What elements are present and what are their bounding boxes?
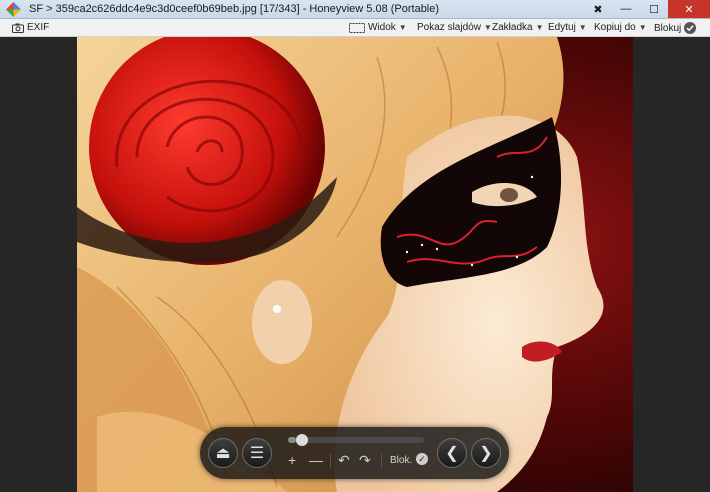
lock-button[interactable]: Blokuj [654,22,697,34]
edit-menu[interactable]: Edytuj ▼ [548,22,587,33]
left-margin [0,37,77,492]
image-viewer[interactable]: ⏏ ☰ + — ↶ ↷ Blok. ✓ ❮ ❯ [0,37,710,492]
progress-knob[interactable] [296,434,309,446]
maximize-button[interactable]: ☐ [640,0,668,18]
next-button[interactable]: ❯ [471,438,501,468]
close-icon: ✕ [684,3,694,16]
copy-to-label: Kopiuj do [594,22,636,33]
progress-fill [288,437,297,443]
frame-icon [349,22,365,33]
window-title: SF > 359ca2c626ddc4e9c3d0ceef0b69beb.jpg… [29,3,440,15]
pin-icon: ✖ [593,3,603,16]
minimize-button[interactable]: — [612,0,640,18]
masked-woman-artwork [77,37,633,492]
eject-button[interactable]: ⏏ [208,438,238,468]
zoom-in-button[interactable]: + [288,452,296,468]
separator [330,454,331,468]
separator [381,454,382,468]
copy-to-menu[interactable]: Kopiuj do ▼ [594,22,647,33]
menu-button[interactable]: ☰ [242,438,272,468]
close-button[interactable]: ✕ [668,0,710,18]
zoom-out-button[interactable]: — [309,452,323,468]
menu-icon: ☰ [249,445,265,462]
exif-label: EXIF [27,22,50,33]
rotate-left-button[interactable]: ↶ [338,452,350,469]
title-bar: SF > 359ca2c626ddc4e9c3d0ceef0b69beb.jpg… [0,0,710,19]
chevron-down-icon: ▼ [578,23,587,32]
eject-icon: ⏏ [215,445,231,462]
chevron-down-icon: ▼ [638,23,647,32]
honeyview-logo-icon [6,2,21,17]
lock-label[interactable]: Blok. [390,455,412,466]
exif-button[interactable]: EXIF [12,22,49,33]
toolbar: EXIF Widok ▼ Pokaz slajdów ▼ Zakładka ▼ … [0,19,710,37]
progress-slider[interactable] [288,434,424,446]
chevron-down-icon: ▼ [483,23,492,32]
bookmark-menu[interactable]: Zakładka ▼ [492,22,544,33]
slideshow-label: Pokaz slajdów [417,22,481,33]
camera-icon [12,23,24,33]
chevron-down-icon: ▼ [535,23,544,32]
displayed-image[interactable] [77,37,633,492]
slideshow-menu[interactable]: Pokaz slajdów ▼ [417,22,492,33]
check-circle-icon [684,22,697,34]
right-margin [633,37,710,492]
floating-control-bar: ⏏ ☰ + — ↶ ↷ Blok. ✓ ❮ ❯ [200,427,509,479]
pin-button[interactable]: ✖ [584,0,612,18]
chevron-left-icon: ❮ [445,445,459,462]
maximize-icon: ☐ [649,3,659,16]
bookmark-label: Zakładka [492,22,533,33]
check-circle-icon[interactable]: ✓ [416,453,428,465]
chevron-down-icon: ▼ [398,23,407,32]
chevron-right-icon: ❯ [479,445,493,462]
edit-label: Edytuj [548,22,576,33]
view-menu[interactable]: Widok ▼ [349,22,407,33]
previous-button[interactable]: ❮ [437,438,467,468]
view-label: Widok [368,22,396,33]
lock-label: Blokuj [654,22,682,34]
rotate-right-button[interactable]: ↷ [359,452,371,469]
minimize-icon: — [620,3,632,15]
